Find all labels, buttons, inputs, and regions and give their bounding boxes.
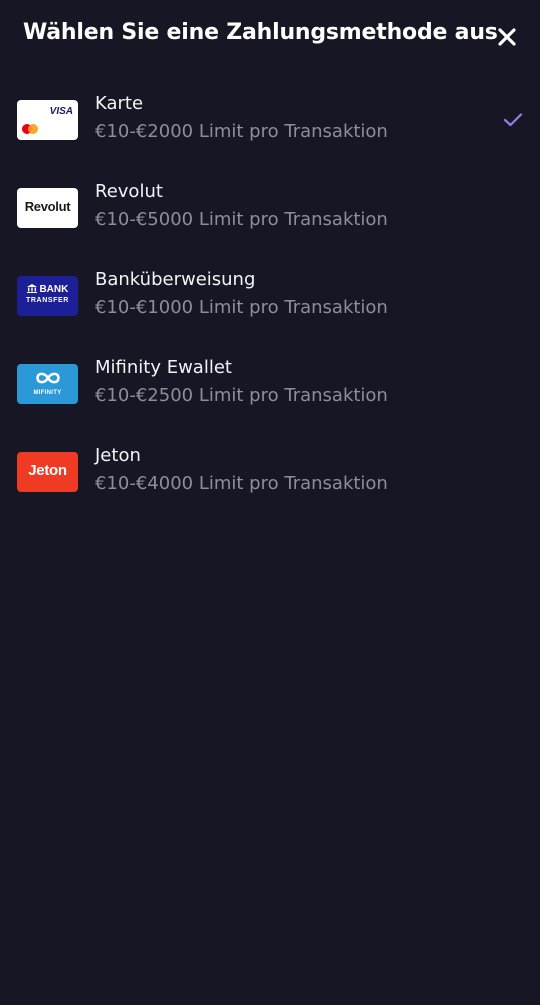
mastercard-icon — [22, 124, 38, 134]
bank-logo-text: BANK — [39, 284, 69, 295]
payment-method-card[interactable]: VISA Karte €10-€2000 Limit pro Transakti… — [0, 78, 540, 166]
checkmark-icon — [503, 113, 523, 127]
bank-building-icon — [26, 284, 37, 293]
method-limit: €10-€2500 Limit pro Transaktion — [95, 385, 388, 406]
method-limit: €10-€5000 Limit pro Transaktion — [95, 209, 388, 230]
mifinity-logo: MIFINITY — [17, 364, 78, 404]
method-name: Karte — [95, 93, 144, 114]
infinity-icon — [17, 369, 78, 391]
page-title: Wählen Sie eine Zahlungsmethode aus — [23, 20, 498, 45]
revolut-logo-text: Revolut — [24, 199, 71, 214]
visa-logo-text: VISA — [49, 106, 73, 117]
method-name: Revolut — [95, 181, 163, 202]
revolut-logo: Revolut — [17, 188, 78, 228]
method-limit: €10-€4000 Limit pro Transaktion — [95, 473, 388, 494]
bank-logo-subtext: TRANSFER — [26, 297, 69, 304]
jeton-logo-text: Jeton — [28, 462, 67, 479]
close-button[interactable] — [490, 22, 524, 54]
method-name: Mifinity Ewallet — [95, 357, 232, 378]
jeton-logo: Jeton — [17, 452, 78, 492]
sheet-header: Wählen Sie eine Zahlungsmethode aus — [0, 0, 540, 74]
payment-method-jeton[interactable]: Jeton Jeton €10-€4000 Limit pro Transakt… — [0, 430, 540, 518]
close-icon — [498, 28, 516, 46]
method-name: Jeton — [95, 445, 141, 466]
method-name: Banküberweisung — [95, 269, 256, 290]
payment-method-revolut[interactable]: Revolut Revolut €10-€5000 Limit pro Tran… — [0, 166, 540, 254]
payment-method-list: VISA Karte €10-€2000 Limit pro Transakti… — [0, 78, 540, 518]
method-limit: €10-€1000 Limit pro Transaktion — [95, 297, 388, 318]
payment-method-mifinity[interactable]: MIFINITY Mifinity Ewallet €10-€2500 Limi… — [0, 342, 540, 430]
visa-mastercard-logo: VISA — [17, 100, 78, 140]
bank-logo-line: BANK — [17, 284, 78, 295]
payment-method-bank-transfer[interactable]: BANK TRANSFER Banküberweisung €10-€1000 … — [0, 254, 540, 342]
method-limit: €10-€2000 Limit pro Transaktion — [95, 121, 388, 142]
payment-method-sheet: Wählen Sie eine Zahlungsmethode aus VISA… — [0, 0, 540, 1005]
bank-transfer-logo: BANK TRANSFER — [17, 276, 78, 316]
mifinity-logo-text: MIFINITY — [33, 390, 62, 396]
